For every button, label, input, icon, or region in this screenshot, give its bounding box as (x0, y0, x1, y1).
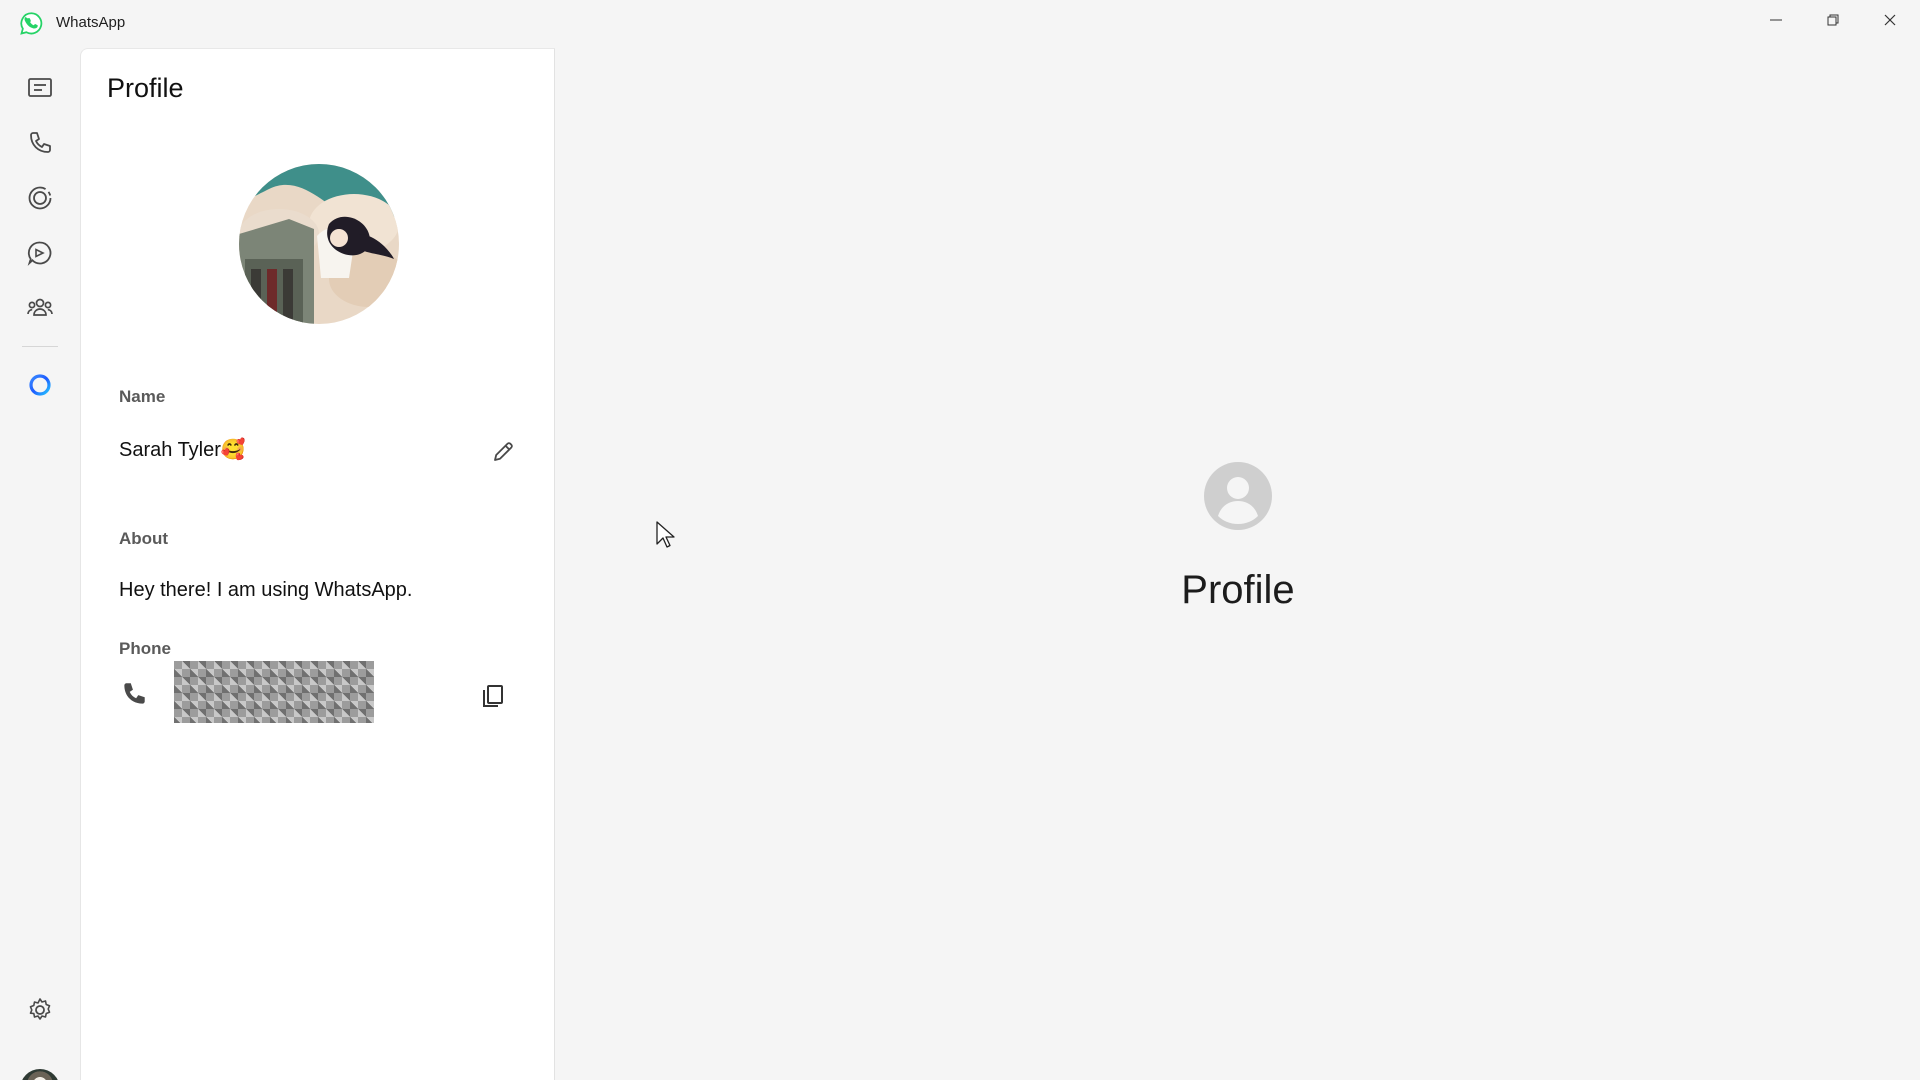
phone-label: Phone (119, 639, 171, 658)
page-title: Profile (107, 73, 184, 103)
profile-panel: Profile Name Sarah Tyler🥰 About Hey ther… (80, 48, 555, 1080)
restore-icon (1827, 14, 1839, 26)
nav-chats-button[interactable] (16, 66, 64, 110)
about-value: Hey there! I am using WhatsApp. (119, 579, 413, 601)
about-label: About (119, 529, 169, 548)
user-circle-icon (1204, 462, 1272, 530)
status-icon (28, 186, 52, 210)
name-value: Sarah Tyler🥰 (119, 439, 246, 461)
profile-photo[interactable] (239, 164, 399, 324)
chats-icon (28, 78, 52, 97)
name-label: Name (119, 387, 166, 406)
close-window-button[interactable] (1862, 0, 1918, 40)
minimize-button[interactable] (1748, 0, 1804, 40)
nav-settings-button[interactable] (16, 988, 64, 1032)
nav-calls-button[interactable] (16, 121, 64, 165)
phone-icon (30, 132, 51, 153)
minimize-icon (1770, 19, 1782, 21)
nav-status-button[interactable] (16, 176, 64, 220)
main-content: Profile (556, 48, 1920, 1080)
title-bar: WhatsApp (0, 0, 1920, 48)
edit-name-button[interactable] (483, 432, 523, 472)
restore-button[interactable] (1805, 0, 1861, 40)
rail-divider (22, 346, 58, 347)
empty-state-title: Profile (1181, 568, 1295, 612)
avatar[interactable] (20, 1069, 60, 1080)
app-title: WhatsApp (56, 14, 126, 31)
nav-communities-button[interactable] (16, 286, 64, 330)
pencil-icon (494, 442, 513, 461)
phone-number-redacted (174, 661, 374, 723)
phone-icon (124, 683, 145, 704)
close-icon (1884, 14, 1896, 26)
nav-meta-ai-button[interactable] (16, 363, 64, 407)
communities-icon (27, 298, 53, 316)
meta-ai-icon (29, 374, 51, 396)
copy-icon (483, 685, 503, 707)
mouse-cursor-icon (656, 521, 675, 548)
copy-phone-button[interactable] (473, 676, 513, 716)
channels-icon (27, 241, 52, 266)
nav-channels-button[interactable] (16, 231, 64, 275)
whatsapp-logo-icon (20, 12, 43, 35)
profile-photo-image (239, 164, 399, 324)
gear-icon (29, 998, 51, 1020)
navigation-rail (0, 48, 80, 1080)
